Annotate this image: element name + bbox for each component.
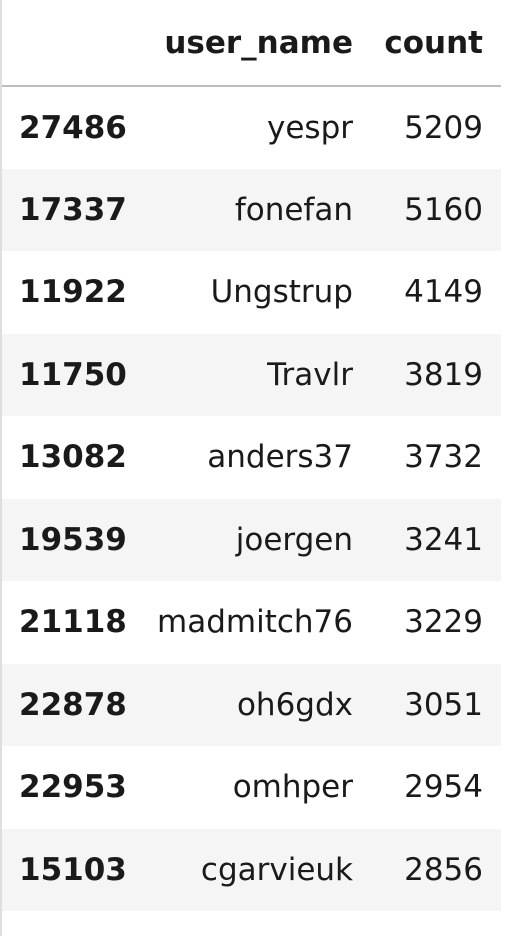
table-row: 17337 fonefan 5160	[2, 168, 501, 251]
user-name-cell: fonefan	[234, 191, 353, 228]
row-index: 17337	[19, 191, 127, 228]
table-row: 15103 cgarvieuk 2856	[2, 828, 501, 911]
table-row: 21118 madmitch76 3229	[2, 581, 501, 664]
count-cell: 2856	[404, 851, 483, 888]
row-index: 22878	[19, 686, 127, 723]
user-name-cell: yespr	[267, 109, 353, 146]
header-row: user_name count	[2, 0, 501, 87]
count-cell: 3819	[404, 356, 483, 393]
dataframe-output: user_name count 27486 yespr 5209 17337 f…	[0, 0, 526, 936]
table-row: 11750 Travlr 3819	[2, 333, 501, 416]
table-row: 11922 Ungstrup 4149	[2, 251, 501, 334]
table-row: 22878 oh6gdx 3051	[2, 663, 501, 746]
user-name-cell: omhper	[232, 769, 353, 806]
user-name-cell: joergen	[235, 521, 353, 558]
count-cell: 5160	[404, 191, 483, 228]
user-name-header: user_name	[139, 0, 371, 87]
count-cell: 3229	[404, 604, 483, 641]
count-cell: 2954	[404, 769, 483, 806]
count-cell: 3051	[404, 686, 483, 723]
count-cell: 5209	[404, 109, 483, 146]
user-name-cell: Ungstrup	[210, 274, 353, 311]
table-body: 27486 yespr 5209 17337 fonefan 5160 1192…	[2, 86, 501, 911]
row-index: 19539	[19, 521, 127, 558]
table-row: 27486 yespr 5209	[2, 86, 501, 169]
count-cell: 4149	[404, 274, 483, 311]
table-header: user_name count	[2, 0, 501, 87]
row-index: 22953	[19, 769, 127, 806]
count-header: count	[371, 0, 501, 87]
row-index: 11750	[19, 356, 127, 393]
user-name-cell: oh6gdx	[236, 686, 353, 723]
dataframe-table: user_name count 27486 yespr 5209 17337 f…	[2, 0, 501, 911]
table-row: 22953 omhper 2954	[2, 746, 501, 829]
row-index: 27486	[19, 109, 127, 146]
row-index: 13082	[19, 439, 127, 476]
row-index: 15103	[19, 851, 127, 888]
user-name-cell: Travlr	[267, 356, 353, 393]
count-cell: 3241	[404, 521, 483, 558]
user-name-cell: madmitch76	[157, 604, 353, 641]
table-row: 13082 anders37 3732	[2, 416, 501, 499]
table-row: 19539 joergen 3241	[2, 498, 501, 581]
row-index: 11922	[19, 274, 127, 311]
user-name-cell: cgarvieuk	[200, 851, 353, 888]
count-cell: 3732	[404, 439, 483, 476]
user-name-cell: anders37	[207, 439, 353, 476]
row-index: 21118	[19, 604, 127, 641]
index-header	[2, 0, 139, 87]
